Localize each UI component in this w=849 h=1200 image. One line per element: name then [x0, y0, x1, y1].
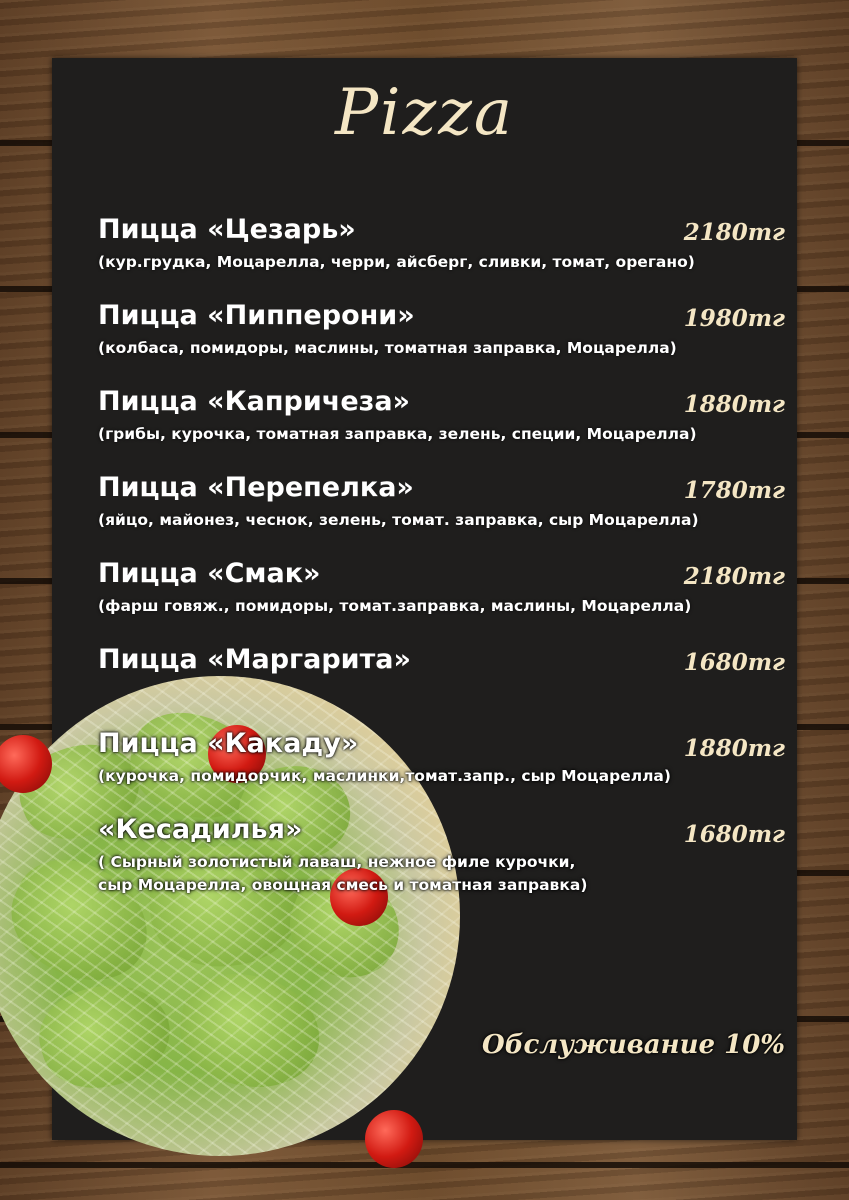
item-desc-pepperoni: (колбаса, помидоры, маслины, томатная за… [98, 339, 677, 357]
item-name-kakadu: Пицца «Какаду» [98, 728, 359, 759]
item-desc-quesadilla-line1: ( Сырный золотистый лаваш, нежное филе к… [98, 853, 576, 871]
item-price-quesadilla: 1680тг [683, 821, 785, 848]
item-price-smak: 2180тг [683, 563, 785, 590]
item-price-kakadu: 1880тг [683, 735, 785, 762]
item-desc-perepelka: (яйцо, майонез, чеснок, зелень, томат. з… [98, 511, 699, 529]
item-desc-kakadu: (курочка, помидорчик, маслинки,томат.зап… [98, 767, 671, 785]
item-price-perepelka: 1780тг [683, 477, 785, 504]
item-desc-quesadilla-line2: сыр Моцарелла, овощная смесь и томатная … [98, 876, 588, 894]
item-price-margarita: 1680тг [683, 649, 785, 676]
item-desc-caesar: (кур.грудка, Моцарелла, черри, айсберг, … [98, 253, 695, 271]
item-desc-capricciosa: (грибы, курочка, томатная заправка, зеле… [98, 425, 697, 443]
item-price-pepperoni: 1980тг [683, 305, 785, 332]
menu-title: Pizza [334, 76, 515, 150]
item-name-margarita: Пицца «Маргарита» [98, 644, 411, 675]
item-price-capricciosa: 1880тг [683, 391, 785, 418]
item-name-quesadilla: «Кесадилья» [98, 814, 303, 845]
item-name-smak: Пицца «Смак» [98, 558, 321, 589]
item-name-capricciosa: Пицца «Капричеза» [98, 386, 410, 417]
item-name-perepelka: Пицца «Перепелка» [98, 472, 414, 503]
tomato-4 [365, 1110, 423, 1168]
service-charge: Обслуживание 10% [482, 1030, 785, 1060]
item-price-caesar: 2180тг [683, 219, 785, 246]
item-desc-smak: (фарш говяж., помидоры, томат.заправка, … [98, 597, 692, 615]
item-name-caesar: Пицца «Цезарь» [98, 214, 356, 245]
item-name-pepperoni: Пицца «Пипперони» [98, 300, 415, 331]
